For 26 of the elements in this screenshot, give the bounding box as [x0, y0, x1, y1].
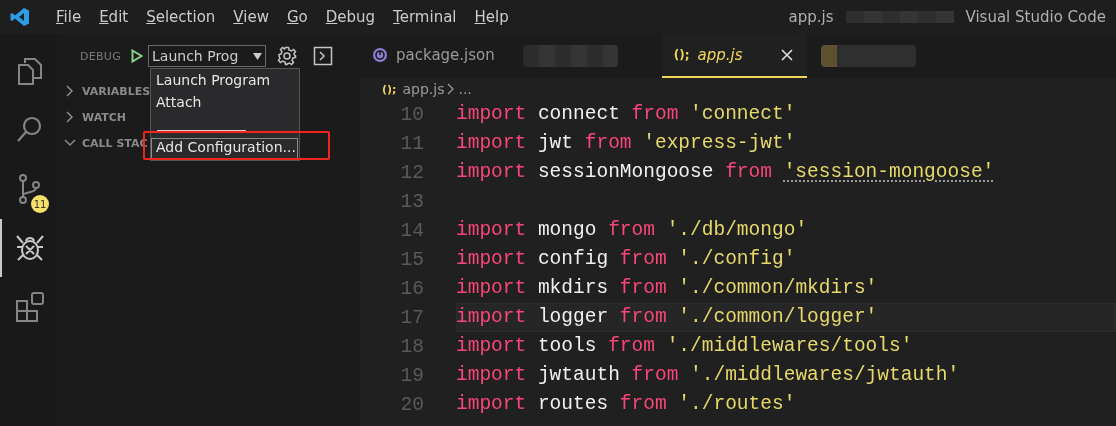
- panel-title: DEBUG: [80, 49, 122, 63]
- line-number: 10: [399, 103, 425, 126]
- file-type-icon: ();: [382, 82, 397, 96]
- file-type-icon: ();: [673, 48, 690, 62]
- line-number: 18: [399, 335, 425, 358]
- line-number: 11: [399, 132, 425, 155]
- code-line: import mongo from './db/mongo': [456, 218, 809, 243]
- line-number: 14: [399, 219, 425, 242]
- line-number: 16: [399, 277, 425, 300]
- code-line: import config from './config': [456, 247, 797, 272]
- line-number: 12: [399, 161, 425, 184]
- line-number: 20: [399, 393, 425, 416]
- code-line: import sessionMongoose from 'session-mongoose': [456, 160, 996, 185]
- code-line: import routes from './routes': [456, 392, 797, 417]
- line-number: 13: [399, 190, 425, 213]
- code-line: import jwtauth from './middlewares/jwtauth': [456, 363, 961, 388]
- line-number: 17: [399, 306, 425, 329]
- line-number: 19: [399, 364, 425, 387]
- code-line: import tools from './middlewares/tools': [456, 334, 914, 359]
- code-line: import jwt from 'express-jwt': [456, 131, 797, 156]
- window-title: app.js: [788, 8, 834, 26]
- code-line: import mkdirs from './common/mkdirs': [456, 276, 879, 301]
- line-number: 15: [399, 248, 425, 271]
- code-line: import connect from 'connect': [456, 102, 797, 127]
- app-name: Visual Studio Code: [965, 8, 1106, 26]
- count-badge: 11: [31, 195, 49, 213]
